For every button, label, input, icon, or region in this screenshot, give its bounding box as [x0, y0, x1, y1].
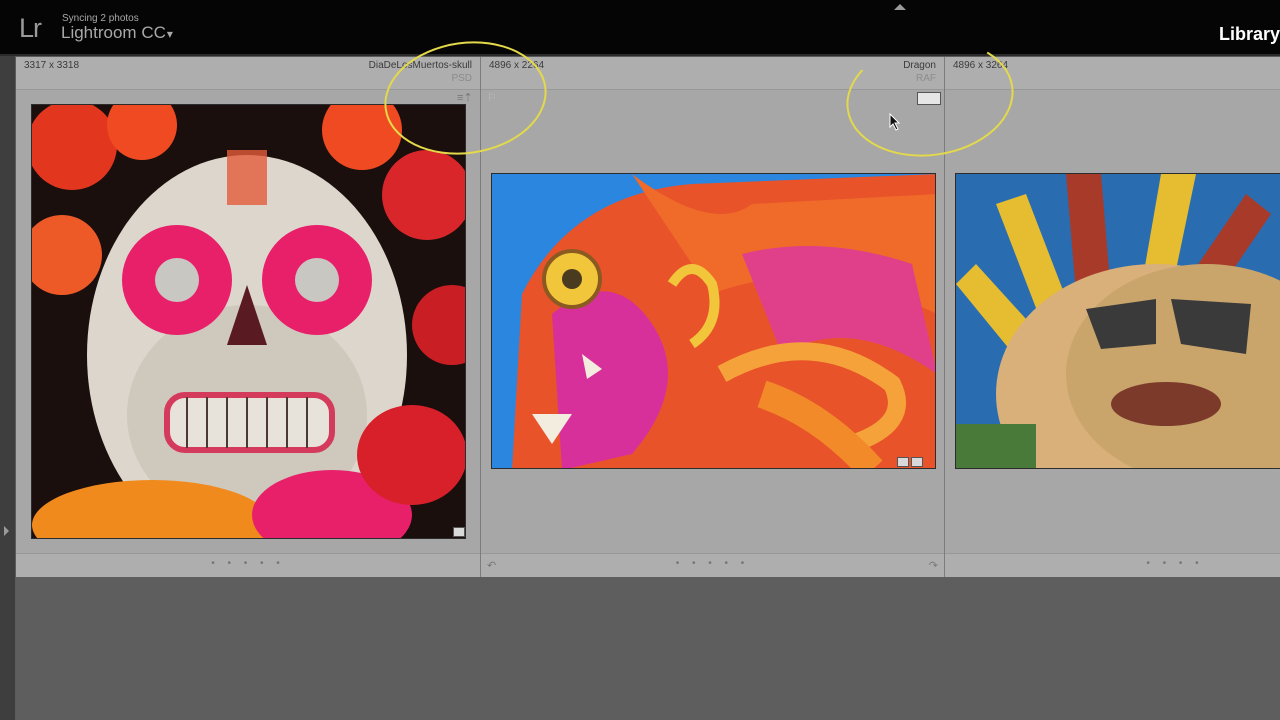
rotate-left-icon[interactable]: ↶: [487, 559, 496, 572]
expand-left-panel-icon[interactable]: [4, 526, 9, 536]
edited-badge-icon: [911, 457, 923, 467]
module-library[interactable]: Library: [1219, 24, 1280, 45]
grid-empty-area: [16, 577, 1280, 720]
tag-badge-icon: [897, 457, 909, 467]
sun-image: [956, 174, 1280, 468]
thumbnail-sun[interactable]: [955, 173, 1280, 469]
app-name-menu[interactable]: Lightroom CC▾: [61, 23, 173, 43]
rating-dots[interactable]: • • • •: [1146, 558, 1203, 569]
app-name-label: Lightroom CC: [61, 23, 166, 42]
rotate-right-icon[interactable]: ↷: [929, 559, 938, 572]
collapse-top-panel-icon[interactable]: [894, 4, 906, 10]
cell-footer: ↶ • • • • • ↷: [481, 553, 944, 577]
thumbnail-dragon[interactable]: [491, 173, 936, 469]
top-bar: Lr Syncing 2 photos Lightroom CC▾ Librar…: [0, 0, 1280, 54]
left-panel-collapsed[interactable]: [0, 56, 15, 720]
library-grid: 3317 x 3318 DiaDeLosMuertos-skull PSD ≡⇡: [16, 57, 1280, 577]
dragon-image: [492, 174, 935, 468]
grid-cell-sun[interactable]: 4896 x 3264 • • • •: [945, 57, 1280, 577]
cell-footer: • • • • •: [16, 553, 480, 577]
mouse-cursor-icon: [889, 113, 901, 131]
lightroom-logo: Lr: [19, 13, 42, 43]
image-dimensions: 3317 x 3318: [24, 60, 80, 71]
chevron-down-icon: ▾: [166, 27, 173, 41]
cell-footer: • • • •: [945, 553, 1280, 577]
rating-dots[interactable]: • • • • •: [676, 558, 750, 569]
thumbnail-skull[interactable]: [31, 104, 466, 539]
divider: [0, 54, 1280, 56]
tag-badge-icon: [453, 527, 465, 537]
rating-dots[interactable]: • • • • •: [211, 558, 285, 569]
skull-image: [32, 105, 465, 538]
